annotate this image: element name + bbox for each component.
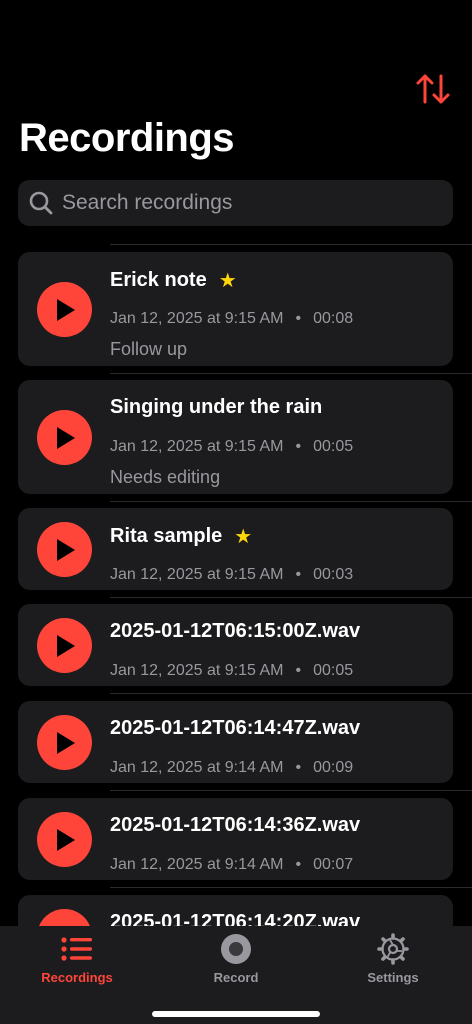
tab-label: Settings — [367, 970, 419, 985]
tab-settings[interactable]: Settings — [333, 932, 453, 985]
page-title: Recordings — [19, 116, 235, 160]
recording-duration: 00:08 — [313, 310, 354, 327]
meta-separator: • — [295, 856, 302, 873]
tab-bar: Recordings Record Settings — [0, 926, 472, 1024]
tab-label: Record — [213, 970, 259, 985]
divider — [110, 693, 472, 694]
recording-row[interactable]: Singing under the rain Jan 12, 2025 at 9… — [18, 380, 453, 494]
recording-date: Jan 12, 2025 at 9:15 AM — [110, 566, 284, 583]
recording-duration: 00:07 — [313, 856, 354, 873]
recording-title: Rita sample — [110, 525, 223, 547]
play-button[interactable] — [37, 618, 92, 673]
recording-note: Follow up — [110, 339, 188, 359]
play-button[interactable] — [37, 812, 92, 867]
home-indicator[interactable] — [152, 1011, 320, 1017]
play-icon — [56, 634, 75, 657]
play-icon — [56, 731, 75, 754]
recording-duration: 00:05 — [313, 438, 354, 455]
play-icon — [56, 298, 75, 321]
recording-duration: 00:03 — [313, 566, 354, 583]
play-button[interactable] — [37, 522, 92, 577]
divider — [110, 501, 472, 502]
divider — [110, 597, 472, 598]
recording-title: 2025-01-12T06:15:00Z.wav — [110, 620, 361, 642]
recording-date: Jan 12, 2025 at 9:15 AM — [110, 310, 284, 327]
tab-recordings[interactable]: Recordings — [17, 932, 137, 985]
recording-date: Jan 12, 2025 at 9:15 AM — [110, 438, 284, 455]
recording-duration: 00:05 — [313, 662, 354, 679]
search-bar[interactable] — [18, 180, 453, 226]
meta-separator: • — [295, 438, 302, 455]
meta-separator: • — [295, 662, 302, 679]
play-icon — [56, 426, 75, 449]
recording-date: Jan 12, 2025 at 9:14 AM — [110, 759, 284, 776]
star-icon: ★ — [218, 270, 237, 292]
recording-title: Singing under the rain — [110, 396, 323, 418]
sort-arrows-icon — [416, 74, 450, 104]
play-button[interactable] — [37, 410, 92, 465]
meta-separator: • — [295, 310, 302, 327]
tab-label: Recordings — [41, 970, 113, 985]
tab-record[interactable]: Record — [176, 932, 296, 985]
play-button[interactable] — [37, 715, 92, 770]
sort-button[interactable] — [414, 70, 452, 108]
recording-title: 2025-01-12T06:14:36Z.wav — [110, 814, 361, 836]
play-icon — [56, 828, 75, 851]
divider — [110, 244, 472, 245]
search-input[interactable] — [60, 190, 453, 216]
divider — [110, 373, 472, 374]
search-icon — [29, 191, 53, 215]
meta-separator: • — [295, 566, 302, 583]
recording-row[interactable]: Rita sample ★ Jan 12, 2025 at 9:15 AM • 00… — [18, 508, 453, 590]
recording-row[interactable]: 2025-01-12T06:15:00Z.wav Jan 12, 2025 at… — [18, 604, 453, 686]
gear-icon — [377, 933, 409, 965]
recording-title: 2025-01-12T06:14:47Z.wav — [110, 717, 361, 739]
recording-date: Jan 12, 2025 at 9:15 AM — [110, 662, 284, 679]
list-icon — [61, 937, 92, 961]
recording-row[interactable]: 2025-01-12T06:14:36Z.wav Jan 12, 2025 at… — [18, 798, 453, 880]
recording-row[interactable]: Erick note ★ Jan 12, 2025 at 9:15 AM • 00:… — [18, 252, 453, 366]
recording-duration: 00:09 — [313, 759, 354, 776]
recording-date: Jan 12, 2025 at 9:14 AM — [110, 856, 284, 873]
divider — [110, 790, 472, 791]
recording-title: Erick note — [110, 269, 207, 291]
meta-separator: • — [295, 759, 302, 776]
play-button[interactable] — [37, 282, 92, 337]
play-icon — [56, 538, 75, 561]
recording-note: Needs editing — [110, 467, 221, 487]
record-icon — [221, 934, 251, 964]
recording-row[interactable]: 2025-01-12T06:14:47Z.wav Jan 12, 2025 at… — [18, 701, 453, 783]
star-icon: ★ — [234, 526, 253, 548]
divider — [110, 887, 472, 888]
